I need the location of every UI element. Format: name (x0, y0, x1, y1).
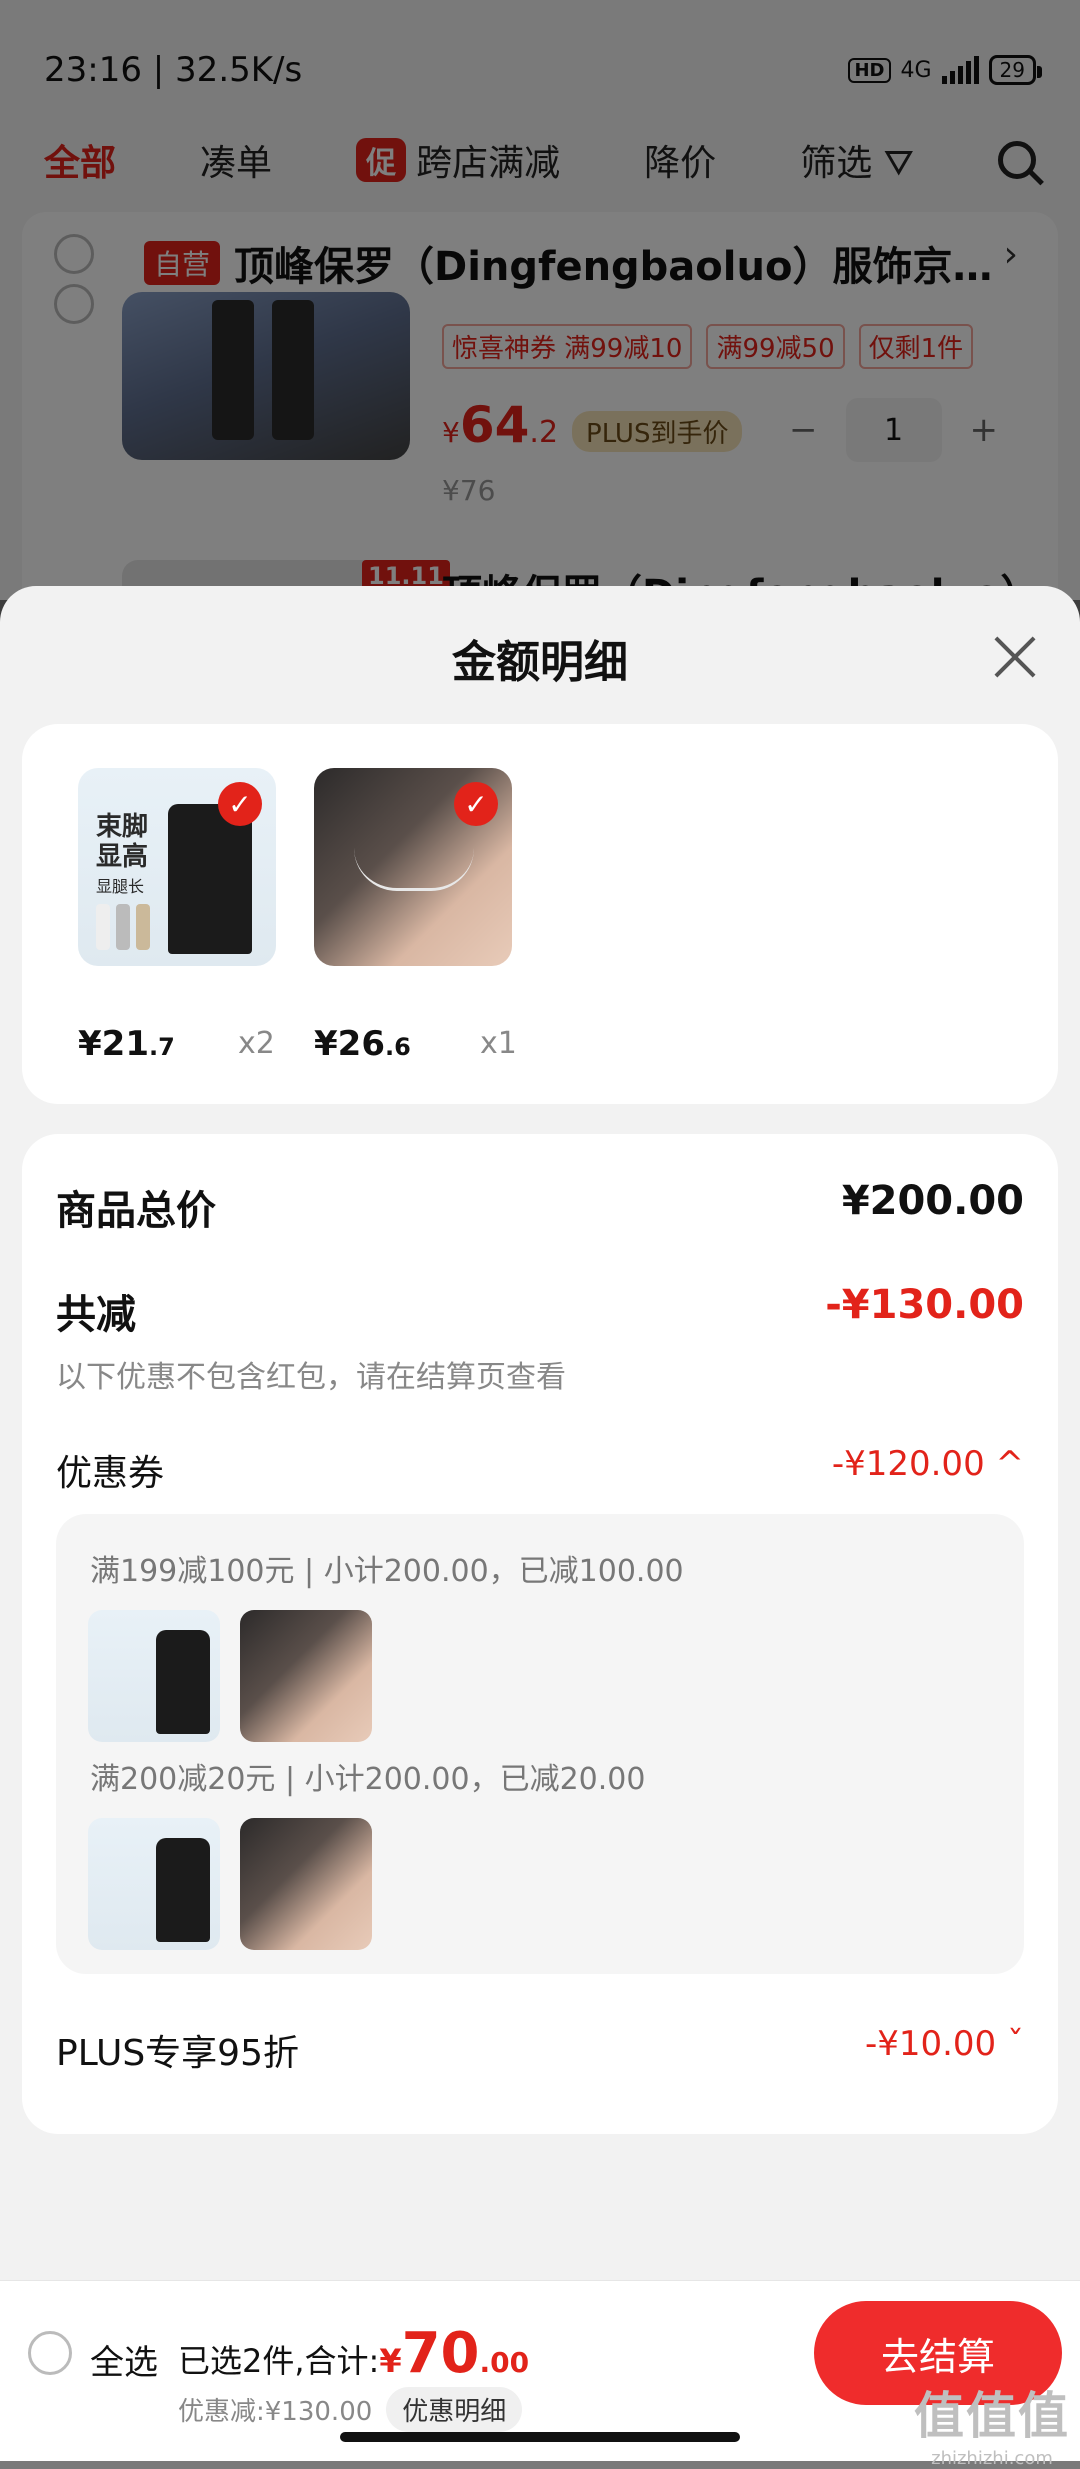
goods-qty: x1 (480, 1026, 517, 1061)
coupon-thumb-pants (88, 1818, 220, 1950)
discount-summary: 优惠减:¥130.00 (178, 2397, 373, 2427)
discount-detail-button[interactable]: 优惠明细 (386, 2387, 523, 2432)
total-decimal: .00 (479, 2346, 530, 2379)
necklace-illustration (354, 848, 474, 891)
coupon-rule-line: 满200减20元 | 小计200.00，已减20.00 (90, 1762, 646, 1797)
discount-label: 共减 (56, 1292, 136, 1338)
goods-thumb-pants[interactable]: 束脚 显高 显腿长 ✓ (78, 768, 276, 966)
selected-goods-card: 束脚 显高 显腿长 ✓ ✓ ¥21.7 x2 ¥26.6 x1 (22, 724, 1058, 1104)
goods-qty: x2 (238, 1026, 275, 1061)
watermark: 值值值 zhizhizhi.com (914, 2376, 1070, 2469)
checkmark-icon: ✓ (218, 782, 262, 826)
coupon-breakdown: 满199减100元 | 小计200.00，已减100.00 满200减20元 |… (56, 1514, 1024, 1974)
goods-thumb-necklace[interactable]: ✓ (314, 768, 512, 966)
thumb-text: 显腿长 (96, 877, 145, 896)
coupon-thumb-pants (88, 1610, 220, 1742)
total-integer: 70 (401, 2321, 480, 2386)
goods-price-int: ¥26 (314, 1024, 385, 1064)
goods-price: ¥21.7 (78, 1024, 175, 1064)
select-all-label[interactable]: 全选 (90, 2335, 158, 2384)
thumb-text: 束脚 (96, 812, 149, 842)
watermark-url: zhizhizhi.com (931, 2448, 1053, 2469)
total-value: ¥200.00 (841, 1178, 1024, 1224)
thumb-text: 显高 (96, 842, 149, 872)
checkmark-icon: ✓ (454, 782, 498, 826)
coupon-rule-line: 满199减100元 | 小计200.00，已减100.00 (90, 1554, 684, 1589)
coupon-thumb-necklace (240, 1818, 372, 1950)
selected-summary: 已选2件,合计:¥70.00 (178, 2321, 529, 2386)
total-label: 商品总价 (56, 1188, 216, 1234)
home-indicator[interactable] (340, 2432, 740, 2442)
discount-note: 以下优惠不包含红包，请在结算页查看 (56, 1360, 566, 1395)
plus-discount-toggle[interactable]: -¥10.00 ˇ (865, 2024, 1024, 2064)
coupon-label: 优惠券 (56, 1453, 165, 1494)
total-symbol: ¥ (379, 2342, 402, 2380)
goods-price-int: ¥21 (78, 1024, 149, 1064)
select-all-radio[interactable] (28, 2331, 72, 2375)
goods-price-dec: .6 (384, 1033, 411, 1061)
pants-illustration (168, 804, 252, 954)
coupon-thumb-necklace (240, 1610, 372, 1742)
watermark-logo: 值值值 (914, 2387, 1070, 2445)
plus-discount-label: PLUS专享95折 (56, 2033, 299, 2074)
amount-detail-sheet: 金额明细 束脚 显高 显腿长 ✓ ✓ ¥21.7 x2 ¥26.6 x1 商品总… (0, 586, 1080, 2460)
discount-value: -¥130.00 (825, 1282, 1024, 1328)
goods-price: ¥26.6 (314, 1024, 411, 1064)
amount-summary-card: 商品总价 ¥200.00 共减 -¥130.00 以下优惠不包含红包，请在结算页… (22, 1134, 1058, 2134)
close-icon[interactable] (992, 634, 1038, 680)
goods-price-dec: .7 (148, 1033, 175, 1061)
coupon-toggle[interactable]: -¥120.00 ^ (832, 1444, 1024, 1484)
summary-prefix: 已选2件,合计: (178, 2342, 380, 2380)
sheet-title: 金额明细 (452, 637, 628, 688)
